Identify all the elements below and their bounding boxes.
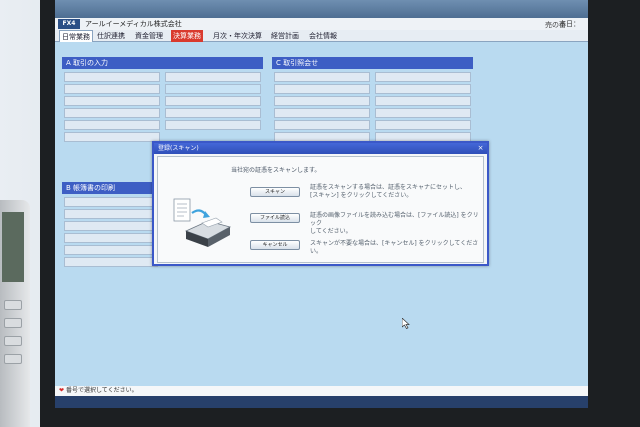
menu-cell[interactable] [375, 96, 471, 106]
close-icon[interactable]: × [476, 144, 485, 153]
status-bar: ❤ 番号で選択してください。 [55, 386, 588, 396]
menu-cell[interactable] [375, 108, 471, 118]
menu-cell[interactable] [64, 132, 160, 142]
menu-cell[interactable] [64, 245, 158, 255]
tab-closing[interactable]: 決算業務 [171, 30, 203, 42]
panel-a-header: A 取引の入力 [62, 57, 263, 69]
phone-key [4, 354, 22, 364]
desk-phone [0, 200, 30, 427]
file-load-button[interactable]: ファイル読込 [250, 213, 300, 223]
menu-cell[interactable] [64, 84, 160, 94]
tab-monthly-yearly[interactable]: 月次・年次決算 [211, 30, 264, 42]
cancel-desc-line-1: スキャンが不要な場合は、[キャンセル] をクリックしてください。 [310, 240, 479, 255]
menu-cell[interactable] [64, 120, 160, 130]
menu-cell[interactable] [64, 209, 158, 219]
status-text: 番号で選択してください。 [65, 387, 138, 394]
panel-c-header: C 取引照会せ [272, 57, 473, 69]
menu-cell[interactable] [64, 221, 158, 231]
menu-cell[interactable] [165, 72, 261, 82]
scan-button[interactable]: スキャン [250, 187, 300, 197]
menu-cell[interactable] [165, 96, 261, 106]
scan-desc: 証憑をスキャンする場合は、証憑をスキャナにセットし、 [スキャン] をクリックし… [310, 184, 482, 200]
menu-cell[interactable] [274, 96, 370, 106]
tab-daily[interactable]: 日常業務 [59, 30, 93, 42]
cancel-button[interactable]: キャンセル [250, 240, 300, 250]
menu-cell[interactable] [64, 72, 160, 82]
menu-cell[interactable] [375, 84, 471, 94]
file-load-desc: 証憑の画像ファイルを読み込む場合は、[ファイル読込] をクリック してください。 [310, 212, 482, 236]
menu-cell[interactable] [375, 120, 471, 130]
menu-cell[interactable] [64, 233, 158, 243]
tab-funds[interactable]: 資金管理 [133, 30, 165, 42]
menu-cell[interactable] [375, 72, 471, 82]
tab-planning[interactable]: 経営計画 [269, 30, 301, 42]
company-name: アールイーメディカル株式会社 [85, 20, 182, 28]
menu-cell[interactable] [274, 108, 370, 118]
menu-cell[interactable] [64, 197, 158, 207]
menu-cell[interactable] [165, 84, 261, 94]
main-tabs: 日常業務 仕訳連携 資金管理 決算業務 月次・年次決算 経営計画 会社情報 [55, 30, 588, 42]
cancel-desc: スキャンが不要な場合は、[キャンセル] をクリックしてください。 [310, 240, 482, 256]
menu-cell[interactable] [274, 84, 370, 94]
month-tag: 売の番 [545, 21, 566, 29]
scan-desc-line-2: [スキャン] をクリックしてください。 [310, 192, 413, 199]
menu-cell[interactable] [274, 72, 370, 82]
scan-desc-line-1: 証憑をスキャンする場合は、証憑をスキャナにセットし、 [310, 184, 467, 191]
mouse-cursor-icon [402, 318, 410, 329]
file-load-desc-line-2: してください。 [310, 228, 352, 235]
phone-key [4, 336, 22, 346]
scanner-icon [173, 198, 232, 247]
menu-bar: FX4 アールイーメディカル株式会社 本日： [55, 18, 588, 30]
window-titlebar [55, 0, 588, 18]
tab-company-info[interactable]: 会社情報 [307, 30, 339, 42]
dialog-body: 当社宛の証憑をスキャンします。 スキャン 証憑をスキャンする場合は、証憑をスキャ… [157, 156, 484, 263]
taskbar [55, 396, 588, 408]
phone-display [2, 212, 24, 282]
dialog-title: 登録(スキャン) [154, 143, 487, 154]
heart-icon: ❤ [59, 387, 65, 394]
app-logo: FX4 [58, 19, 80, 29]
phone-key [4, 318, 22, 328]
tab-journal-link[interactable]: 仕訳連携 [95, 30, 127, 42]
menu-cell[interactable] [274, 120, 370, 130]
scan-dialog: 登録(スキャン) × 当社宛の証憑をスキャンします。 スキャン 証憑をスキャンす… [152, 141, 489, 266]
menu-cell[interactable] [165, 108, 261, 118]
menu-cell[interactable] [165, 120, 261, 130]
menu-cell[interactable] [64, 257, 158, 267]
menu-cell[interactable] [64, 108, 160, 118]
phone-key [4, 300, 22, 310]
panel-b-header: B 帳簿書の印刷 [62, 182, 160, 194]
dialog-heading: 当社宛の証憑をスキャンします。 [231, 167, 321, 174]
menu-cell[interactable] [64, 96, 160, 106]
file-load-desc-line-1: 証憑の画像ファイルを読み込む場合は、[ファイル読込] をクリック [310, 212, 479, 227]
